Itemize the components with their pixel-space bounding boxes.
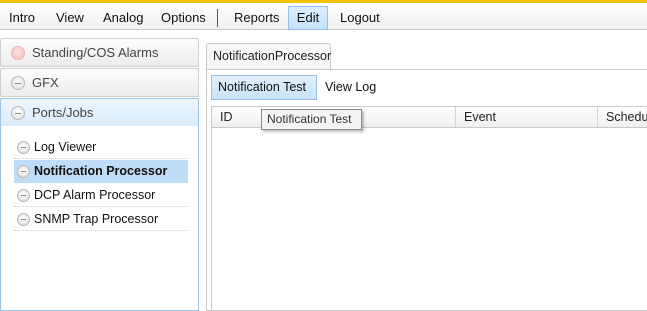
sidebar-accordion: Standing/COS Alarms GFX Ports/Jobs Log V… bbox=[0, 38, 201, 311]
accordion-gfx[interactable]: GFX bbox=[0, 68, 199, 97]
menu-intro[interactable]: Intro bbox=[9, 6, 35, 30]
list-item-label: Notification Processor bbox=[34, 164, 168, 178]
circle-icon bbox=[17, 141, 30, 154]
tab-notification-processor[interactable]: NotificationProcessor bbox=[206, 43, 331, 70]
column-header-schedule[interactable]: Schedule bbox=[598, 107, 647, 127]
menu-separator bbox=[217, 9, 218, 27]
menu-logout[interactable]: Logout bbox=[340, 6, 380, 30]
list-item-dcp-alarm-processor[interactable]: DCP Alarm Processor bbox=[14, 184, 188, 207]
list-item-label: DCP Alarm Processor bbox=[34, 188, 156, 202]
subtab-notification-test[interactable]: Notification Test bbox=[211, 75, 317, 100]
list-item-snmp-trap-processor[interactable]: SNMP Trap Processor bbox=[14, 208, 188, 231]
menu-options[interactable]: Options bbox=[161, 6, 206, 30]
ports-jobs-panel: Log Viewer Notification Processor DCP Al… bbox=[0, 126, 199, 311]
list-item-notification-processor[interactable]: Notification Processor bbox=[14, 160, 188, 183]
tooltip: Notification Test bbox=[261, 109, 362, 130]
collapse-circle-icon bbox=[11, 76, 25, 90]
top-menu-bar: Intro View Analog Options Reports Edit L… bbox=[0, 0, 647, 30]
menu-analog[interactable]: Analog bbox=[103, 6, 143, 30]
accordion-label: Ports/Jobs bbox=[32, 105, 94, 120]
list-item-label: SNMP Trap Processor bbox=[34, 212, 159, 226]
menu-edit[interactable]: Edit bbox=[288, 6, 328, 30]
list-item-label: Log Viewer bbox=[34, 140, 97, 154]
accordion-standing-cos-alarms[interactable]: Standing/COS Alarms bbox=[0, 38, 199, 67]
subtab-view-log[interactable]: View Log bbox=[318, 75, 383, 100]
collapse-circle-icon bbox=[11, 106, 25, 120]
content-panel: Notification Test View Log ID Event Sche… bbox=[206, 69, 647, 311]
data-grid: ID Event Schedule bbox=[211, 106, 647, 311]
circle-icon bbox=[17, 165, 30, 178]
list-item-log-viewer[interactable]: Log Viewer bbox=[14, 136, 188, 159]
menu-reports[interactable]: Reports bbox=[234, 6, 280, 30]
circle-icon bbox=[17, 213, 30, 226]
accordion-label: Standing/COS Alarms bbox=[32, 45, 159, 60]
circle-icon bbox=[17, 189, 30, 202]
status-alarm-icon bbox=[11, 46, 25, 60]
accordion-ports-jobs[interactable]: Ports/Jobs bbox=[0, 98, 199, 127]
menu-view[interactable]: View bbox=[56, 6, 84, 30]
column-header-event[interactable]: Event bbox=[456, 107, 598, 127]
accordion-label: GFX bbox=[32, 75, 59, 90]
